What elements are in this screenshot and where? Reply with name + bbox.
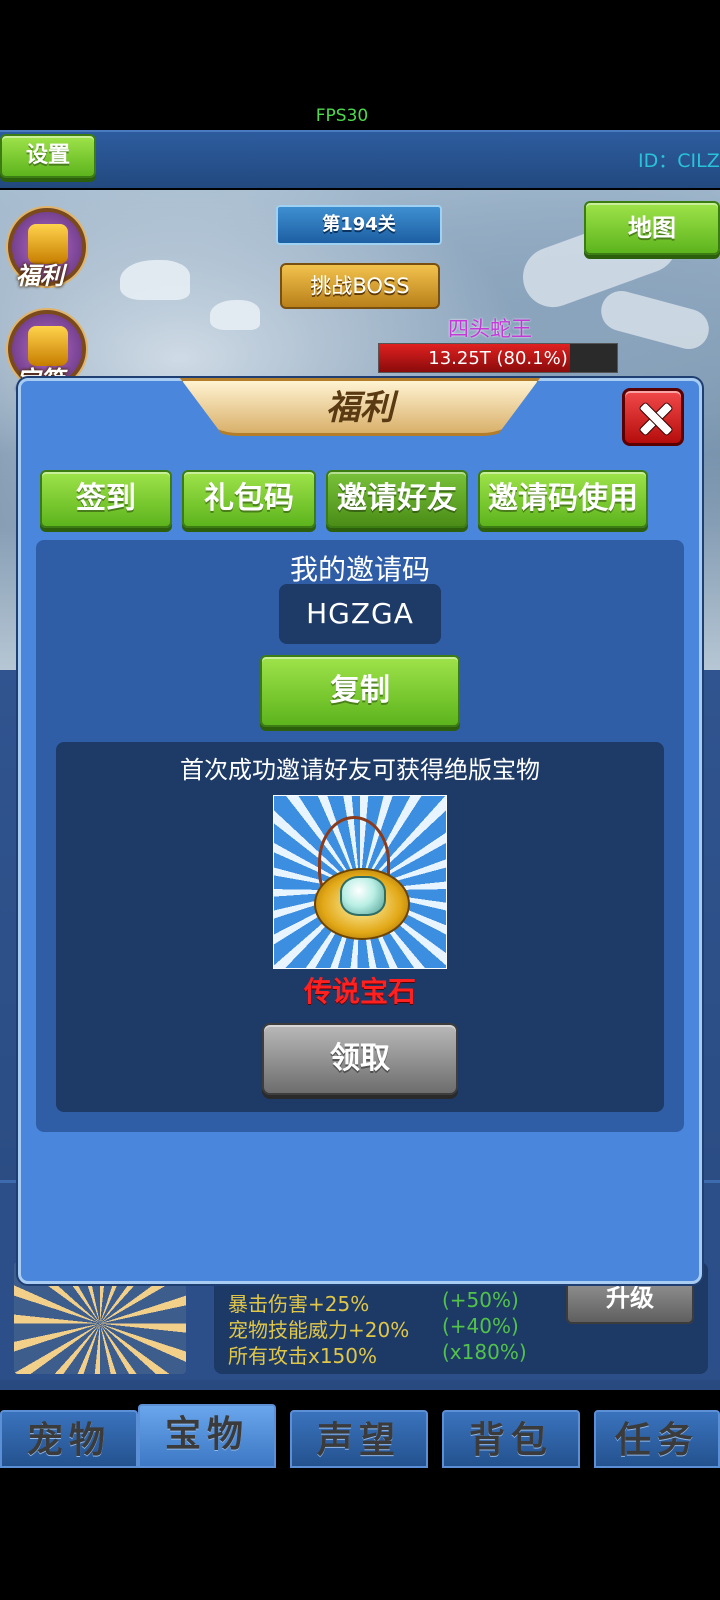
top-bar [0, 130, 720, 188]
tab-gift-code[interactable]: 礼包码 [182, 470, 316, 528]
fps-counter: FPS30 [315, 106, 369, 126]
stat-bonus: (+40%) [442, 1314, 519, 1338]
reward-name: 传说宝石 [303, 975, 416, 1008]
stat-text: 宠物技能威力+20% [228, 1318, 410, 1342]
stat-text: 暴击伤害+25% [228, 1292, 370, 1316]
reward-description: 首次成功邀请好友可获得绝版宝物 [180, 756, 540, 784]
tab-reputation[interactable]: 声望 [290, 1410, 428, 1468]
tab-sign-in[interactable]: 签到 [40, 470, 172, 528]
stat-bonus: (x180%) [442, 1340, 527, 1364]
ice-rock-decoration [210, 300, 260, 330]
tab-treasures[interactable]: 宝物 [138, 1404, 276, 1468]
tab-backpack[interactable]: 背包 [442, 1410, 580, 1468]
welfare-label: 福利 [16, 262, 64, 290]
ice-rock-decoration [120, 260, 190, 300]
stat-row: 暴击伤害+25% (+50%) [228, 1288, 519, 1317]
tab-pets[interactable]: 宠物 [0, 1410, 138, 1468]
modal-title: 福利 [180, 378, 540, 436]
challenge-boss-button[interactable]: 挑战BOSS [280, 263, 440, 309]
copy-button[interactable]: 复制 [260, 655, 460, 727]
stat-row: 宠物技能威力+20% (+40%) [228, 1314, 519, 1343]
settings-button[interactable]: 设置 [0, 134, 96, 178]
gem-icon [340, 876, 386, 916]
tab-use-invite-code[interactable]: 邀请码使用 [478, 470, 648, 528]
invite-code-value: HGZGA [279, 584, 441, 644]
tab-tasks[interactable]: 任务 [594, 1410, 720, 1468]
player-id: ID：CILZ [638, 150, 720, 172]
stage-label: 第194关 [276, 205, 442, 245]
tab-invite-friends[interactable]: 邀请好友 [326, 470, 468, 528]
claim-button[interactable]: 领取 [262, 1023, 458, 1095]
boss-hp-text: 13.25T (80.1%) [428, 348, 568, 369]
invite-code-label: 我的邀请码 [289, 553, 430, 586]
map-button[interactable]: 地图 [584, 201, 720, 255]
close-icon[interactable] [622, 388, 684, 446]
stat-bonus: (+50%) [442, 1288, 519, 1312]
boss-name: 四头蛇王 [448, 317, 532, 341]
boss-hp-bar: 13.25T (80.1%) [378, 343, 618, 373]
stat-row: 所有攻击x150% (x180%) [228, 1340, 527, 1369]
stat-text: 所有攻击x150% [228, 1344, 378, 1368]
